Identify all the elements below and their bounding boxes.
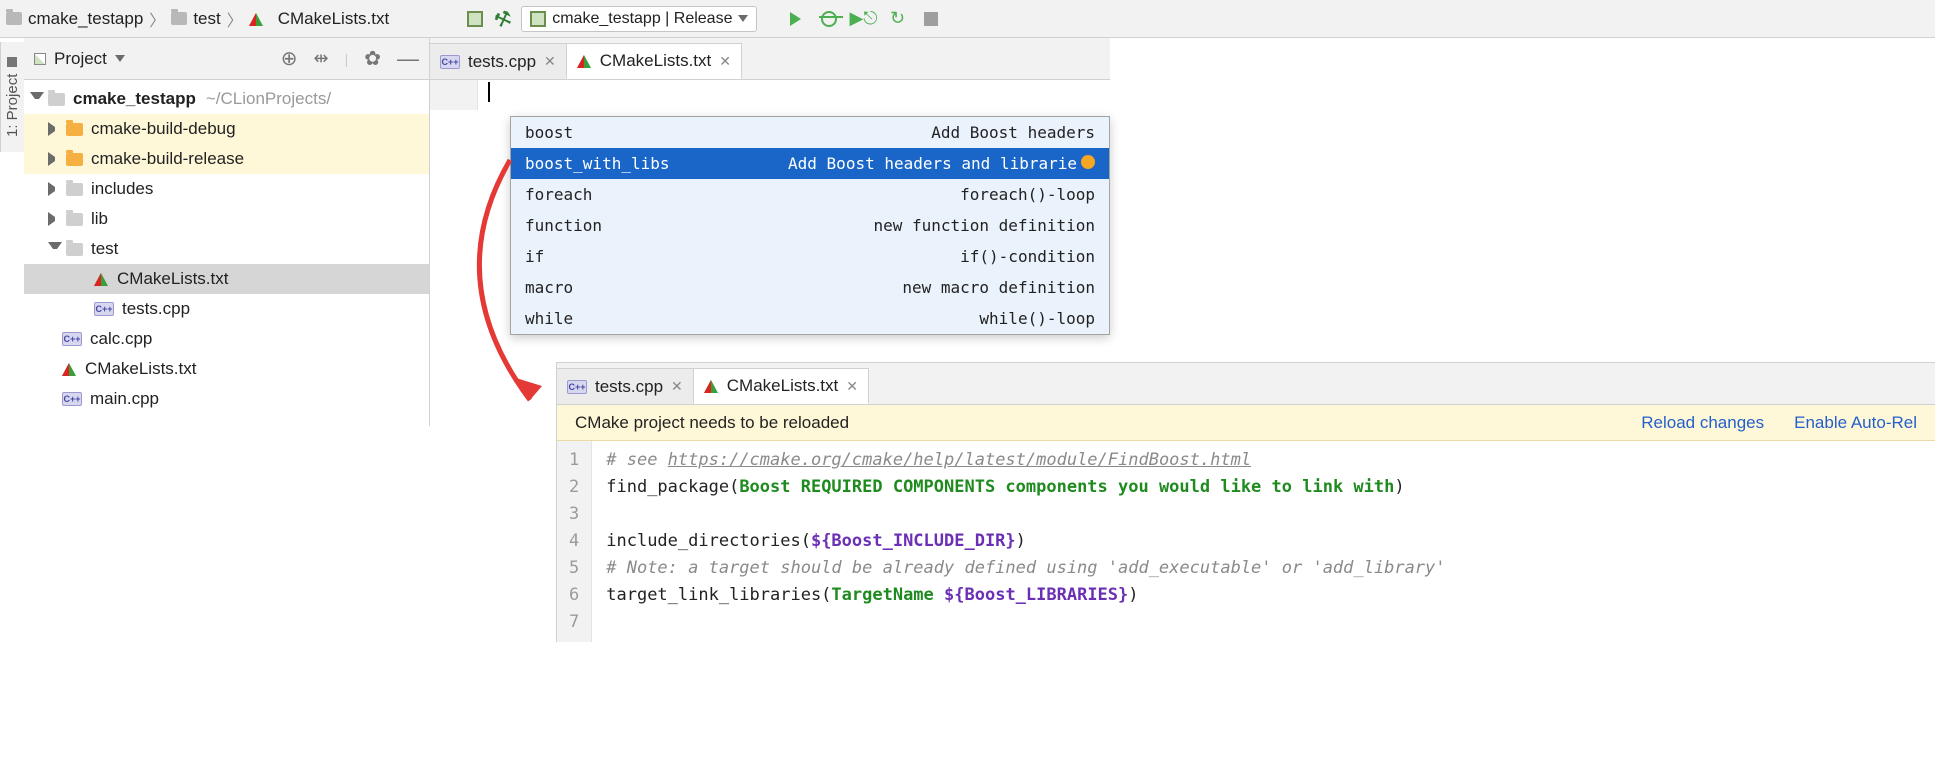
breadcrumb-item-root[interactable]: cmake_testapp — [6, 9, 143, 29]
run-buttons: ▶⎋ ↻ — [785, 9, 941, 29]
editor-top: C++tests.cpp✕ CMakeLists.txt✕ — [430, 38, 1110, 110]
chevron-right-icon: 〉 — [227, 7, 243, 31]
run-config-label: cmake_testapp | Release — [552, 10, 732, 28]
tree-row-root[interactable]: cmake_testapp ~/CLionProjects/ — [24, 84, 429, 114]
profile-button[interactable]: ↻ — [887, 9, 907, 29]
tool-window-tab-label: 1: Project — [4, 73, 21, 136]
editor-tab[interactable]: C++tests.cpp✕ — [556, 368, 694, 404]
close-icon[interactable]: ✕ — [846, 378, 858, 395]
cmake-icon — [704, 379, 719, 393]
tree-row[interactable]: C++main.cpp — [24, 384, 429, 414]
run-coverage-button[interactable]: ▶⎋ — [853, 9, 873, 29]
tree-row[interactable]: C++calc.cpp — [24, 324, 429, 354]
code-editor[interactable]: 1234567 # see https://cmake.org/cmake/he… — [557, 441, 1935, 642]
tree-row[interactable]: test — [24, 234, 429, 264]
cpp-icon: C++ — [62, 332, 82, 346]
autocomplete-item-selected[interactable]: boost_with_libsAdd Boost headers and lib… — [511, 148, 1109, 179]
editor-line[interactable] — [478, 80, 490, 104]
editor-bottom: C++tests.cpp✕ CMakeLists.txt✕ CMake proj… — [556, 362, 1935, 642]
tree-row[interactable]: cmake-build-release — [24, 144, 429, 174]
autocomplete-item[interactable]: macronew macro definition — [511, 272, 1109, 303]
collapse-all-icon[interactable]: ⇹ — [314, 48, 329, 69]
project-tool-icon — [8, 57, 18, 67]
autocomplete-popup: boostAdd Boost headers boost_with_libsAd… — [510, 116, 1110, 335]
intention-bulb-icon — [1081, 155, 1095, 169]
settings-icon[interactable]: ✿ — [364, 46, 381, 71]
run-window-icon[interactable] — [465, 9, 485, 29]
autocomplete-item[interactable]: ifif()-condition — [511, 241, 1109, 272]
locate-icon[interactable]: ⊕ — [281, 46, 298, 71]
autocomplete-item[interactable]: whilewhile()-loop — [511, 303, 1109, 334]
editor-tab-active[interactable]: CMakeLists.txt✕ — [693, 368, 869, 404]
folder-icon — [66, 243, 83, 256]
reload-changes-link[interactable]: Reload changes — [1641, 413, 1764, 433]
folder-icon — [66, 183, 83, 196]
project-view-selector[interactable]: Project — [34, 49, 125, 69]
folder-icon — [171, 12, 187, 25]
tool-window-tab-project[interactable]: 1: Project — [0, 42, 24, 152]
tree-row[interactable]: includes — [24, 174, 429, 204]
cmake-icon — [577, 54, 592, 68]
folder-icon — [66, 153, 83, 166]
editor-tabbar: C++tests.cpp✕ CMakeLists.txt✕ — [557, 363, 1935, 405]
editor-tabbar: C++tests.cpp✕ CMakeLists.txt✕ — [430, 38, 1110, 80]
tree-row-selected[interactable]: CMakeLists.txt — [24, 264, 429, 294]
chevron-down-icon — [115, 55, 125, 62]
close-icon[interactable]: ✕ — [671, 378, 683, 395]
cpp-icon: C++ — [567, 380, 587, 394]
tree-row[interactable]: C++tests.cpp — [24, 294, 429, 324]
breadcrumb-item-test[interactable]: test — [171, 9, 220, 29]
build-icon[interactable]: ⚒ — [490, 6, 516, 32]
cpp-icon: C++ — [440, 55, 460, 69]
editor-tab[interactable]: C++tests.cpp✕ — [429, 43, 567, 79]
project-panel: Project ⊕ ⇹ | ✿ — cmake_testapp ~/CLionP… — [24, 38, 430, 426]
cmake-icon — [94, 272, 109, 286]
enable-auto-reload-link[interactable]: Enable Auto-Rel — [1794, 413, 1917, 433]
cpp-icon: C++ — [94, 302, 114, 316]
chevron-right-icon: 〉 — [149, 7, 165, 31]
folder-icon — [66, 123, 83, 136]
close-icon[interactable]: ✕ — [544, 53, 556, 70]
stop-button[interactable] — [921, 9, 941, 29]
cmake-reload-notice: CMake project needs to be reloaded Reloa… — [557, 405, 1935, 441]
main-toolbar: cmake_testapp 〉 test 〉 CMakeLists.txt ⚒ … — [0, 0, 1935, 38]
editor-gutter — [430, 80, 478, 110]
folder-icon — [48, 93, 65, 106]
editor-tab-active[interactable]: CMakeLists.txt✕ — [566, 43, 742, 79]
target-icon — [530, 11, 546, 27]
cmake-icon — [249, 12, 264, 26]
autocomplete-item[interactable]: boostAdd Boost headers — [511, 117, 1109, 148]
hide-panel-icon[interactable]: — — [397, 46, 419, 72]
project-tree[interactable]: cmake_testapp ~/CLionProjects/ cmake-bui… — [24, 80, 429, 426]
breadcrumb-item-file[interactable]: CMakeLists.txt — [249, 9, 389, 29]
cmake-icon — [62, 362, 77, 376]
chevron-down-icon — [738, 15, 748, 22]
project-icon — [34, 53, 46, 65]
notice-message: CMake project needs to be reloaded — [575, 413, 849, 433]
autocomplete-item[interactable]: foreachforeach()-loop — [511, 179, 1109, 210]
breadcrumb: cmake_testapp 〉 test 〉 CMakeLists.txt — [6, 7, 389, 31]
close-icon[interactable]: ✕ — [719, 53, 731, 70]
project-path: ~/CLionProjects/ — [206, 89, 331, 109]
debug-button[interactable] — [819, 9, 839, 29]
run-config-selector[interactable]: cmake_testapp | Release — [521, 6, 757, 32]
autocomplete-item[interactable]: functionnew function definition — [511, 210, 1109, 241]
line-numbers: 1234567 — [557, 441, 592, 642]
text-cursor — [488, 82, 490, 102]
folder-icon — [6, 12, 22, 25]
folder-icon — [66, 213, 83, 226]
cpp-icon: C++ — [62, 392, 82, 406]
code-lines[interactable]: # see https://cmake.org/cmake/help/lates… — [592, 441, 1459, 642]
tree-row[interactable]: CMakeLists.txt — [24, 354, 429, 384]
tree-row[interactable]: lib — [24, 204, 429, 234]
tree-row[interactable]: cmake-build-debug — [24, 114, 429, 144]
project-panel-header: Project ⊕ ⇹ | ✿ — — [24, 38, 429, 80]
run-button[interactable] — [785, 9, 805, 29]
